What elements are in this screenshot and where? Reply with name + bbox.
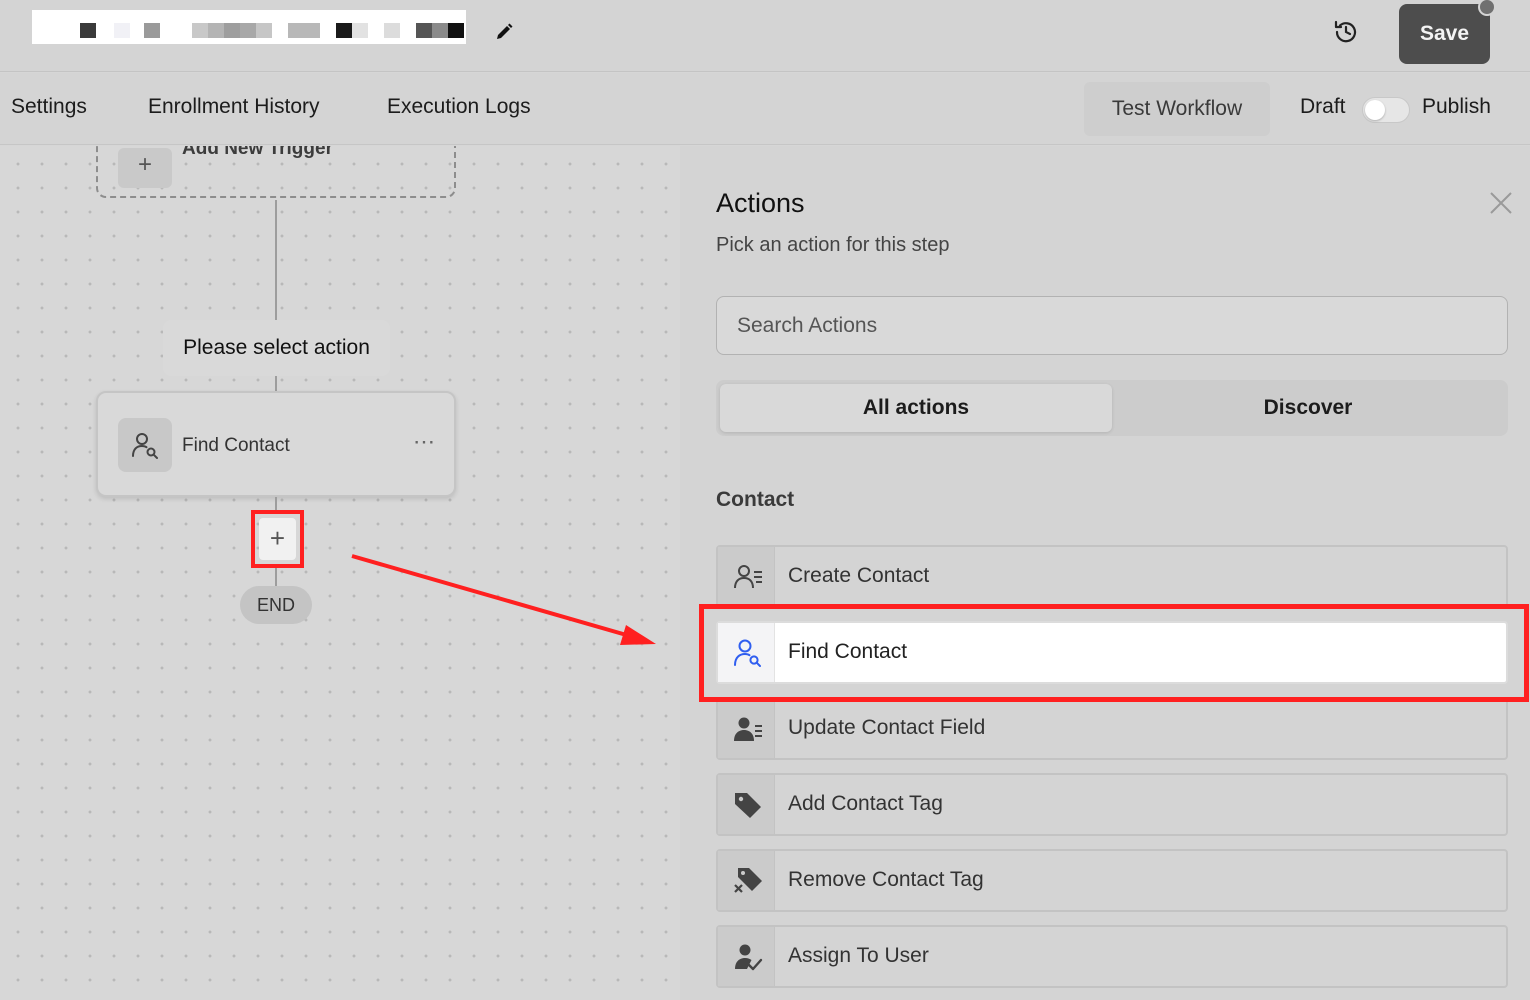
redaction-block xyxy=(144,23,160,38)
redaction-block xyxy=(224,23,240,38)
top-bar: Save xyxy=(0,0,1530,72)
tab-discover[interactable]: Discover xyxy=(1112,384,1504,432)
redaction-block xyxy=(448,23,464,38)
action-item-create-contact[interactable]: Create Contact xyxy=(716,545,1508,608)
pencil-icon[interactable] xyxy=(494,22,514,42)
redaction-block xyxy=(80,23,96,38)
more-options-icon[interactable]: ⋯ xyxy=(413,429,436,455)
tab-execution-logs[interactable]: Execution Logs xyxy=(387,95,531,119)
search-actions-input[interactable] xyxy=(716,296,1508,355)
redaction-block xyxy=(240,23,256,38)
redaction-block xyxy=(208,23,224,38)
close-icon[interactable] xyxy=(1488,190,1514,216)
end-node: END xyxy=(240,586,312,624)
add-trigger-label: Add New Trigger xyxy=(182,146,333,159)
unsaved-indicator-dot xyxy=(1478,0,1496,16)
action-item-label: Remove Contact Tag xyxy=(788,868,984,891)
tab-settings[interactable]: Settings xyxy=(11,95,87,119)
workflow-name-redacted[interactable] xyxy=(32,10,466,44)
publish-toggle[interactable] xyxy=(1362,97,1410,123)
user-search-icon xyxy=(118,418,172,472)
redaction-block xyxy=(352,23,368,38)
workflow-canvas[interactable]: + Add New Trigger Please select action F… xyxy=(0,146,680,1000)
connector-line xyxy=(275,568,277,586)
action-item-label: Find Contact xyxy=(788,640,908,663)
tab-enrollment-history[interactable]: Enrollment History xyxy=(148,95,320,119)
version-history-icon[interactable] xyxy=(1332,18,1360,46)
draft-label: Draft xyxy=(1300,95,1346,118)
panel-title: Actions xyxy=(716,188,805,218)
plus-icon: + xyxy=(118,148,172,188)
connector-line xyxy=(275,376,277,391)
select-action-prompt: Please select action xyxy=(163,320,390,376)
redaction-block xyxy=(114,23,130,38)
user-search-icon xyxy=(718,623,775,682)
action-item-remove-contact-tag[interactable]: Remove Contact Tag xyxy=(716,849,1508,912)
add-trigger-card[interactable]: + Add New Trigger xyxy=(96,146,456,198)
action-item-find-contact[interactable]: Find Contact xyxy=(716,621,1508,684)
user-check-icon xyxy=(718,927,775,986)
user-list-icon xyxy=(718,547,775,606)
panel-subtitle: Pick an action for this step xyxy=(716,234,950,256)
workflow-nav-bar: Settings Enrollment History Execution Lo… xyxy=(0,73,1530,145)
action-item-label: Update Contact Field xyxy=(788,716,986,739)
actions-panel: Actions Pick an action for this step All… xyxy=(680,146,1530,1000)
section-title-contact: Contact xyxy=(716,488,795,511)
action-item-label: Add Contact Tag xyxy=(788,792,943,815)
redaction-block xyxy=(432,23,448,38)
action-item-label: Create Contact xyxy=(788,564,930,587)
redaction-block xyxy=(336,23,352,38)
toggle-knob xyxy=(1365,100,1385,120)
redaction-block xyxy=(256,23,272,38)
redaction-block xyxy=(192,23,208,38)
user-edit-icon xyxy=(718,699,775,758)
publish-label: Publish xyxy=(1422,95,1491,118)
find-contact-action-card[interactable]: Find Contact ⋯ xyxy=(96,391,456,497)
connector-line xyxy=(275,200,277,320)
redaction-block xyxy=(384,23,400,38)
action-item-update-contact-field[interactable]: Update Contact Field xyxy=(716,697,1508,760)
action-item-add-contact-tag[interactable]: Add Contact Tag xyxy=(716,773,1508,836)
action-card-label: Find Contact xyxy=(182,435,290,456)
action-item-label: Assign To User xyxy=(788,944,929,967)
action-item-assign-to-user[interactable]: Assign To User xyxy=(716,925,1508,988)
redaction-block xyxy=(416,23,432,38)
redaction-block xyxy=(288,23,320,38)
tag-remove-icon xyxy=(718,851,775,910)
action-category-tabs: All actions Discover xyxy=(716,380,1508,436)
tab-all-actions[interactable]: All actions xyxy=(720,384,1112,432)
highlight-box: + xyxy=(251,510,304,568)
tag-icon xyxy=(718,775,775,834)
add-step-button[interactable]: + xyxy=(259,518,296,560)
test-workflow-button[interactable]: Test Workflow xyxy=(1084,82,1270,136)
save-button[interactable]: Save xyxy=(1399,4,1490,64)
